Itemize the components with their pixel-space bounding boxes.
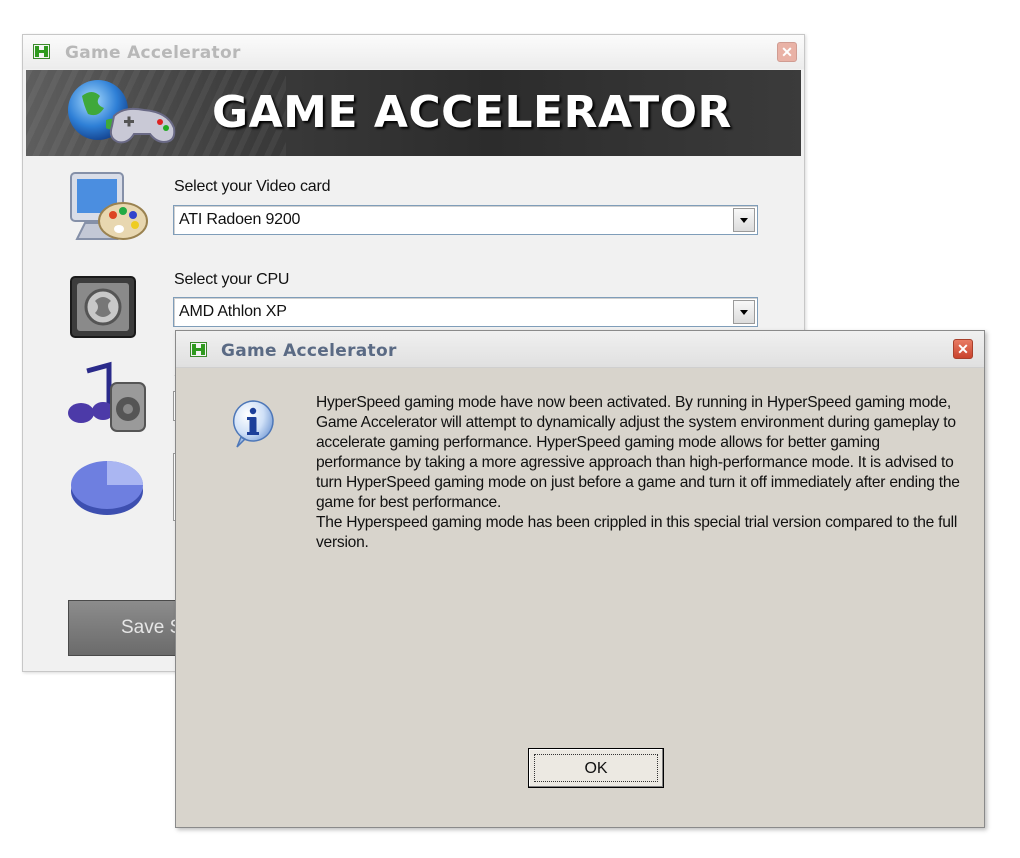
cpu-chip-icon xyxy=(70,276,136,338)
message-paragraph-1: HyperSpeed gaming mode have now been act… xyxy=(316,394,960,511)
video-card-select[interactable]: ATI Radoen 9200 xyxy=(173,205,758,235)
info-icon xyxy=(232,400,274,448)
pie-chart-icon xyxy=(71,461,143,515)
hyperspeed-dialog: Game Accelerator ✕ HyperSpeed gaming mod… xyxy=(175,330,985,828)
dialog-titlebar[interactable]: Game Accelerator ✕ xyxy=(176,331,984,368)
dialog-title: Game Accelerator xyxy=(221,341,397,361)
chevron-down-icon[interactable] xyxy=(733,300,755,324)
close-icon: ✕ xyxy=(781,44,793,60)
chevron-down-icon[interactable] xyxy=(733,208,755,232)
ok-button[interactable]: OK xyxy=(528,748,664,788)
main-close-button[interactable]: ✕ xyxy=(777,42,797,62)
app-icon xyxy=(33,44,50,59)
video-card-value: ATI Radoen 9200 xyxy=(179,211,301,228)
music-speaker-icon xyxy=(68,361,146,432)
app-icon xyxy=(190,342,207,357)
ok-button-label: OK xyxy=(534,754,658,782)
video-card-label: Select your Video card xyxy=(174,178,331,195)
cpu-select[interactable]: AMD Athlon XP xyxy=(173,297,758,327)
main-titlebar[interactable]: Game Accelerator ✕ xyxy=(23,35,804,69)
cpu-value: AMD Athlon XP xyxy=(179,303,287,320)
main-window-title: Game Accelerator xyxy=(65,43,241,63)
banner-title: GAME ACCELERATOR xyxy=(212,87,732,138)
dialog-close-button[interactable]: ✕ xyxy=(953,339,973,359)
message-paragraph-2: The Hyperspeed gaming mode has been crip… xyxy=(316,514,958,551)
globe-gamepad-icon xyxy=(68,80,176,144)
banner: GAME ACCELERATOR xyxy=(26,70,801,156)
close-icon: ✕ xyxy=(957,341,969,357)
cpu-label: Select your CPU xyxy=(174,271,290,288)
dialog-message: HyperSpeed gaming mode have now been act… xyxy=(316,393,966,553)
display-palette-icon xyxy=(70,172,148,240)
